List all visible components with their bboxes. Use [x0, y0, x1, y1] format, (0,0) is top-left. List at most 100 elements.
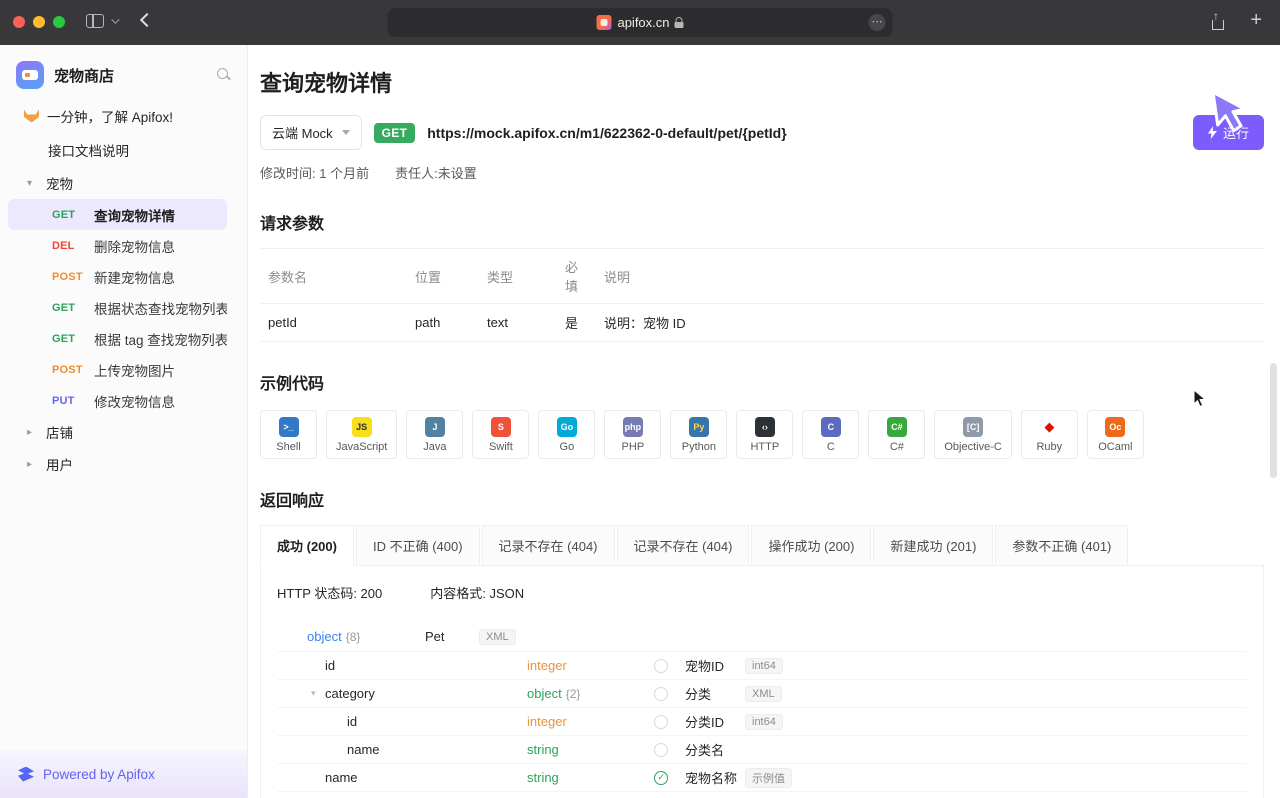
- sidebar-item-label: 查询宠物详情: [94, 205, 175, 225]
- chevron-down-icon: [111, 15, 119, 23]
- http-method-badge: GET: [374, 123, 416, 143]
- sidebar-item-find-by-tag[interactable]: GET 根据 tag 查找宠物列表: [8, 323, 227, 354]
- lang-button-javascript[interactable]: JS JavaScript: [326, 410, 397, 459]
- schema-row-id: id integer 宠物ID int64: [277, 652, 1247, 680]
- close-window-button[interactable]: [13, 16, 25, 28]
- lang-button-ruby[interactable]: ◆ Ruby: [1021, 410, 1078, 459]
- lang-button-python[interactable]: Py Python: [670, 410, 727, 459]
- tab-not-found-404-b[interactable]: 记录不存在 (404): [617, 525, 750, 566]
- response-schema: object{8} Pet XML id integer 宠物ID int64 …: [277, 622, 1263, 798]
- lang-button-php[interactable]: php PHP: [604, 410, 661, 459]
- minimize-window-button[interactable]: [33, 16, 45, 28]
- required-check-icon: [654, 771, 668, 785]
- page-title: 查询宠物详情: [260, 66, 1264, 98]
- int64-badge: int64: [745, 714, 783, 730]
- new-tab-button[interactable]: +: [1250, 9, 1262, 32]
- method-label: GET: [52, 333, 88, 345]
- lang-button-ocaml[interactable]: Oc OCaml: [1087, 410, 1144, 459]
- param-name: petId: [260, 304, 407, 342]
- schema-root-type: object: [307, 629, 342, 644]
- lang-button-java[interactable]: J Java: [406, 410, 463, 459]
- search-icon[interactable]: [217, 68, 231, 82]
- sidebar-group-store[interactable]: ▸ 店铺: [0, 416, 247, 448]
- lang-button-c[interactable]: C C: [802, 410, 859, 459]
- main-content: 查询宠物详情 云端 Mock GET https://mock.apifox.c…: [248, 45, 1280, 798]
- address-bar[interactable]: apifox.cn ⋯: [388, 8, 893, 37]
- sidebar-group-pets[interactable]: ▾ 宠物: [0, 167, 247, 199]
- meta-row: 修改时间: 1 个月前 责任人:未设置: [260, 163, 1264, 182]
- sidebar-item-label: 根据状态查找宠物列表: [94, 298, 227, 318]
- sidebar-item-doc-note[interactable]: 接口文档说明: [0, 133, 247, 167]
- sidebar-item-find-by-status[interactable]: GET 根据状态查找宠物列表: [8, 292, 227, 323]
- project-header: 宠物商店: [0, 45, 247, 99]
- xml-badge[interactable]: XML: [745, 686, 782, 702]
- fullscreen-window-button[interactable]: [53, 16, 65, 28]
- lang-button-http[interactable]: ‹› HTTP: [736, 410, 793, 459]
- more-options-icon[interactable]: ⋯: [869, 14, 886, 31]
- optional-icon: [654, 715, 668, 729]
- response-heading: 返回响应: [260, 487, 1264, 511]
- collapse-caret-icon[interactable]: ▾: [311, 688, 325, 699]
- tab-bad-id-400[interactable]: ID 不正确 (400): [356, 525, 480, 566]
- http-icon: ‹›: [755, 417, 775, 437]
- field-type: string: [527, 742, 654, 757]
- table-row: petId path text 是 说明：宠物 ID: [260, 304, 1264, 342]
- sidebar-toggle-button[interactable]: [86, 14, 117, 28]
- optional-icon: [654, 687, 668, 701]
- col-header-name: 参数名: [260, 249, 407, 304]
- lang-button-swift[interactable]: S Swift: [472, 410, 529, 459]
- sidebar-item-label: 删除宠物信息: [94, 236, 175, 256]
- sidebar-group-users[interactable]: ▸ 用户: [0, 448, 247, 480]
- response-panel: HTTP 状态码: 200 内容格式: JSON object{8} Pet X…: [260, 565, 1264, 798]
- group-label: 用户: [46, 454, 73, 474]
- tab-op-success-200[interactable]: 操作成功 (200): [751, 525, 871, 566]
- method-label: POST: [52, 364, 88, 376]
- back-button[interactable]: [140, 13, 154, 27]
- tab-not-found-404-a[interactable]: 记录不存在 (404): [482, 525, 615, 566]
- field-name: name: [347, 742, 380, 757]
- int64-badge: int64: [745, 658, 783, 674]
- param-desc: 说明：宠物 ID: [596, 304, 1264, 342]
- tab-created-201[interactable]: 新建成功 (201): [873, 525, 993, 566]
- c-icon: C: [821, 417, 841, 437]
- sidebar-item-get-pet-detail[interactable]: GET 查询宠物详情: [8, 199, 227, 230]
- field-name: category: [325, 686, 375, 701]
- sidebar-item-intro[interactable]: 一分钟，了解 Apifox!: [0, 99, 247, 133]
- param-location: path: [407, 304, 479, 342]
- field-desc: 宠物ID: [685, 656, 745, 675]
- powered-by-footer[interactable]: Powered by Apifox: [0, 750, 247, 798]
- scrollbar-thumb[interactable]: [1270, 363, 1277, 478]
- sample-value-badge[interactable]: 示例值: [745, 768, 792, 788]
- project-name: 宠物商店: [54, 65, 207, 86]
- tab-bad-param-401[interactable]: 参数不正确 (401): [995, 525, 1128, 566]
- lang-button-objective-c[interactable]: [C] Objective-C: [934, 410, 1011, 459]
- tab-success-200[interactable]: 成功 (200): [260, 525, 354, 566]
- sidebar-item-upload-image[interactable]: POST 上传宠物图片: [8, 354, 227, 385]
- sidebar-item-update-pet[interactable]: PUT 修改宠物信息: [8, 385, 227, 416]
- col-header-location: 位置: [407, 249, 479, 304]
- lang-button-csharp[interactable]: C# C#: [868, 410, 925, 459]
- request-params-heading: 请求参数: [260, 210, 1264, 234]
- field-desc: 分类ID: [685, 712, 745, 731]
- schema-root-name: Pet: [425, 629, 479, 644]
- lang-button-go[interactable]: Go Go: [538, 410, 595, 459]
- share-button[interactable]: ↑: [1210, 13, 1226, 30]
- schema-row-category: ▾ category object{2} 分类 XML: [277, 680, 1247, 708]
- sidebar-item-create-pet[interactable]: POST 新建宠物信息: [8, 261, 227, 292]
- field-type: integer: [527, 714, 654, 729]
- tutorial-cursor-icon: [1208, 87, 1254, 142]
- powered-by-label: Powered by Apifox: [43, 767, 155, 782]
- mouse-cursor-icon: [1193, 389, 1207, 413]
- mock-environment-select[interactable]: 云端 Mock: [260, 115, 362, 150]
- sidebar-item-label: 上传宠物图片: [94, 360, 175, 380]
- param-required: 是: [557, 304, 596, 342]
- java-icon: J: [425, 417, 445, 437]
- method-label: DEL: [52, 240, 88, 252]
- group-label: 店铺: [46, 422, 73, 442]
- php-icon: php: [623, 417, 643, 437]
- xml-badge[interactable]: XML: [479, 629, 516, 645]
- modified-time: 修改时间: 1 个月前: [260, 163, 369, 182]
- lang-button-shell[interactable]: >_ Shell: [260, 410, 317, 459]
- sample-code-heading: 示例代码: [260, 370, 1264, 394]
- sidebar-item-delete-pet[interactable]: DEL 删除宠物信息: [8, 230, 227, 261]
